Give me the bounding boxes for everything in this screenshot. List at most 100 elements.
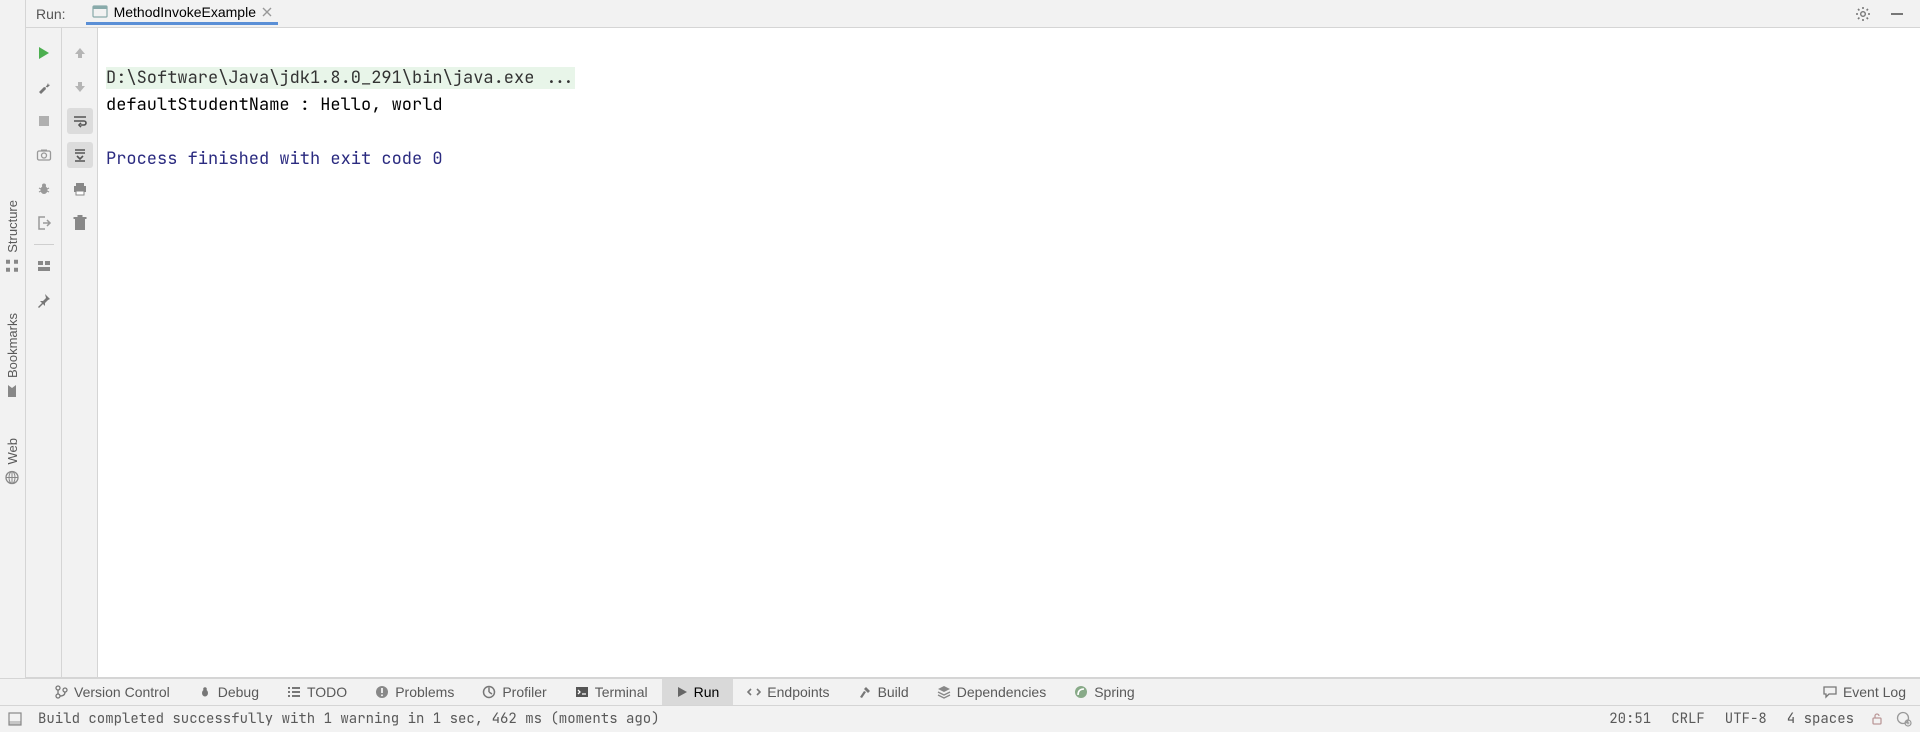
tab-label: Problems xyxy=(395,684,454,700)
layout-icon xyxy=(36,258,52,274)
tab-label: Run xyxy=(694,684,720,700)
tab-version-control[interactable]: Version Control xyxy=(40,679,184,705)
arrow-down-icon xyxy=(73,80,87,94)
layout-button[interactable] xyxy=(31,253,57,279)
rerun-button[interactable] xyxy=(31,40,57,66)
bug-icon xyxy=(198,685,212,699)
modify-run-config-button[interactable] xyxy=(31,74,57,100)
tab-label: Debug xyxy=(218,684,259,700)
speech-icon xyxy=(1823,685,1837,699)
tab-problems[interactable]: Problems xyxy=(361,679,468,705)
tab-label: Dependencies xyxy=(957,684,1047,700)
settings-button[interactable] xyxy=(1850,1,1876,27)
tool-bookmarks[interactable]: Bookmarks xyxy=(5,313,20,398)
branch-icon xyxy=(54,685,68,699)
tab-build[interactable]: Build xyxy=(844,679,923,705)
status-linesep[interactable]: CRLF xyxy=(1667,710,1709,728)
tab-profiler[interactable]: Profiler xyxy=(468,679,560,705)
tab-event-log[interactable]: Event Log xyxy=(1809,679,1920,705)
tab-label: TODO xyxy=(307,684,347,700)
console-command-line: D:\Software\Java\jdk1.8.0_291\bin\java.e… xyxy=(106,67,575,89)
soft-wrap-button[interactable] xyxy=(67,108,93,134)
tab-label: Endpoints xyxy=(767,684,829,700)
up-stack-button[interactable] xyxy=(67,40,93,66)
wrench-icon xyxy=(36,79,52,95)
status-indent[interactable]: 4 spaces xyxy=(1783,710,1858,728)
hide-panel-button[interactable] xyxy=(1884,1,1910,27)
run-config-name: MethodInvokeExample xyxy=(114,4,256,20)
tab-label: Terminal xyxy=(595,684,648,700)
screenshot-button[interactable] xyxy=(31,142,57,168)
tab-dependencies[interactable]: Dependencies xyxy=(923,679,1061,705)
run-panel-body: D:\Software\Java\jdk1.8.0_291\bin\java.e… xyxy=(26,28,1920,678)
bottom-tool-tabs: Version Control Debug TODO Problems Prof… xyxy=(0,678,1920,706)
warning-icon xyxy=(375,685,389,699)
console-actions-gutter xyxy=(62,28,98,677)
exit-icon xyxy=(36,215,52,231)
list-icon xyxy=(287,685,301,699)
structure-label: Structure xyxy=(5,200,20,253)
lock-icon xyxy=(1870,712,1884,726)
tab-label: Version Control xyxy=(74,684,170,700)
endpoints-icon xyxy=(747,685,761,699)
ide-status-icon xyxy=(1896,711,1912,727)
application-icon xyxy=(92,4,108,20)
print-icon xyxy=(72,181,88,197)
status-time[interactable]: 20:51 xyxy=(1605,710,1655,728)
arrow-up-icon xyxy=(73,46,87,60)
camera-icon xyxy=(36,147,52,163)
hammer-icon xyxy=(858,685,872,699)
scroll-to-end-button[interactable] xyxy=(67,142,93,168)
console-exit-line: Process finished with exit code 0 xyxy=(106,148,443,170)
tab-run[interactable]: Run xyxy=(662,679,734,705)
stop-button[interactable] xyxy=(31,108,57,134)
pin-icon xyxy=(36,292,52,308)
tab-label: Profiler xyxy=(502,684,546,700)
status-encoding[interactable]: UTF-8 xyxy=(1721,710,1771,728)
layers-icon xyxy=(937,685,951,699)
structure-icon xyxy=(6,259,20,273)
clear-all-button[interactable] xyxy=(67,210,93,236)
profiler-icon xyxy=(482,685,496,699)
readonly-toggle[interactable] xyxy=(1870,712,1884,726)
status-message: Build completed successfully with 1 warn… xyxy=(34,710,664,728)
tab-label: Spring xyxy=(1094,684,1134,700)
pin-button[interactable] xyxy=(31,287,57,313)
tool-structure[interactable]: Structure xyxy=(5,200,20,273)
play-icon xyxy=(676,686,688,698)
minimize-icon xyxy=(1889,6,1905,22)
ide-status-widget[interactable] xyxy=(1896,711,1912,727)
tab-terminal[interactable]: Terminal xyxy=(561,679,662,705)
run-panel-label: Run: xyxy=(36,6,66,22)
console-output-line: defaultStudentName : Hello, world xyxy=(106,94,443,116)
tab-debug[interactable]: Debug xyxy=(184,679,273,705)
tool-web[interactable]: Web xyxy=(5,438,20,485)
play-icon xyxy=(36,45,52,61)
tab-spring[interactable]: Spring xyxy=(1060,679,1148,705)
web-label: Web xyxy=(5,438,20,465)
trash-icon xyxy=(73,215,87,231)
run-config-tab[interactable]: MethodInvokeExample xyxy=(86,2,278,25)
tab-label: Event Log xyxy=(1843,684,1906,700)
status-bar: Build completed successfully with 1 warn… xyxy=(0,706,1920,732)
close-tab-icon[interactable] xyxy=(262,7,272,17)
print-button[interactable] xyxy=(67,176,93,202)
globe-icon xyxy=(6,470,20,484)
exit-button[interactable] xyxy=(31,210,57,236)
bookmarks-label: Bookmarks xyxy=(5,313,20,378)
window-icon xyxy=(8,712,22,726)
console-output[interactable]: D:\Software\Java\jdk1.8.0_291\bin\java.e… xyxy=(98,28,1920,677)
terminal-icon xyxy=(575,685,589,699)
left-tool-strip: Structure Bookmarks Web xyxy=(0,0,26,706)
tab-endpoints[interactable]: Endpoints xyxy=(733,679,843,705)
run-panel-header: Run: MethodInvokeExample xyxy=(26,0,1920,28)
tool-windows-button[interactable] xyxy=(8,712,22,726)
dump-threads-button[interactable] xyxy=(31,176,57,202)
tab-todo[interactable]: TODO xyxy=(273,679,361,705)
gear-icon xyxy=(1855,6,1871,22)
stop-icon xyxy=(37,114,51,128)
down-stack-button[interactable] xyxy=(67,74,93,100)
tab-label: Build xyxy=(878,684,909,700)
run-actions-gutter xyxy=(26,28,62,677)
soft-wrap-icon xyxy=(72,113,88,129)
